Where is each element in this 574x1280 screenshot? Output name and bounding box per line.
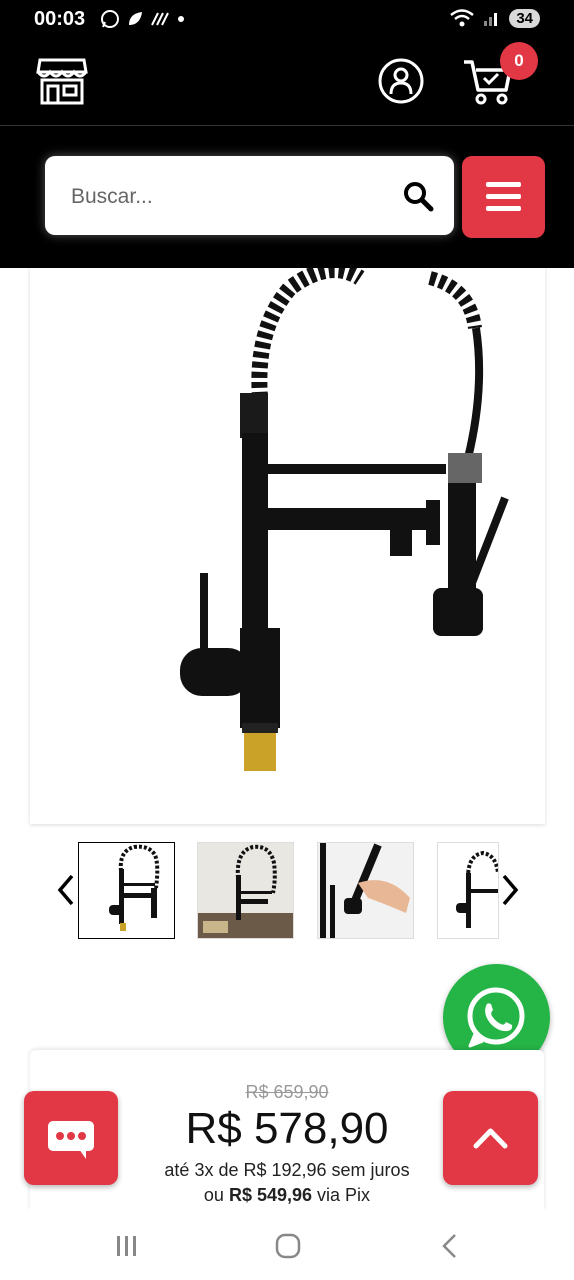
faucet-image [180,268,509,771]
wifi-icon [450,9,475,27]
dot-icon [178,16,184,22]
back-icon[interactable] [438,1232,462,1260]
thumbnail-2[interactable] [197,842,294,939]
chevron-up-icon [473,1128,508,1149]
faucet-kitchen-thumbnail-image [198,843,293,938]
status-bar: 00:03 34 [0,0,574,38]
thumbnail-1[interactable] [78,842,175,939]
signal-icon [484,13,498,26]
hamburger-menu-icon [486,182,521,211]
app-notification-icon [151,12,169,26]
pix-price-text: ou R$ 549,96 via Pix [0,1185,574,1206]
system-icons: 34 [449,8,540,28]
chevron-right-icon[interactable] [494,870,524,910]
cart-count-badge: 0 [500,42,538,80]
scroll-top-button[interactable] [443,1091,538,1185]
search-icon[interactable] [402,180,434,212]
faucet-hand-spray-thumbnail-image [318,843,413,938]
chat-button[interactable] [24,1091,118,1185]
product-main-image[interactable] [30,268,545,824]
system-navigation-bar [0,1210,574,1280]
header-divider [0,125,574,126]
pix-prefix: ou [203,1185,229,1205]
home-icon[interactable] [274,1232,302,1260]
thumbnail-carousel [0,840,574,944]
leaf-notification-icon [129,12,142,25]
faucet-side-thumbnail-image [438,843,498,938]
pix-suffix: via Pix [312,1185,371,1205]
thumbnail-4[interactable] [437,842,499,939]
notification-icons [100,9,186,29]
thumbnail-3[interactable] [317,842,414,939]
store-icon[interactable] [36,56,88,106]
chat-bubble-icon [48,1121,94,1159]
search-input[interactable] [69,156,393,237]
user-account-icon[interactable] [378,58,424,104]
site-header: 0 [0,38,574,268]
search-bar [45,156,454,237]
pix-price: R$ 549,96 [228,1185,313,1205]
recent-apps-icon[interactable] [114,1234,140,1258]
faucet-thumbnail-image [109,844,160,931]
menu-button[interactable] [462,156,545,238]
whatsapp-notification-icon [101,10,119,28]
status-time: 00:03 [34,8,86,30]
battery-level: 34 [509,8,540,28]
